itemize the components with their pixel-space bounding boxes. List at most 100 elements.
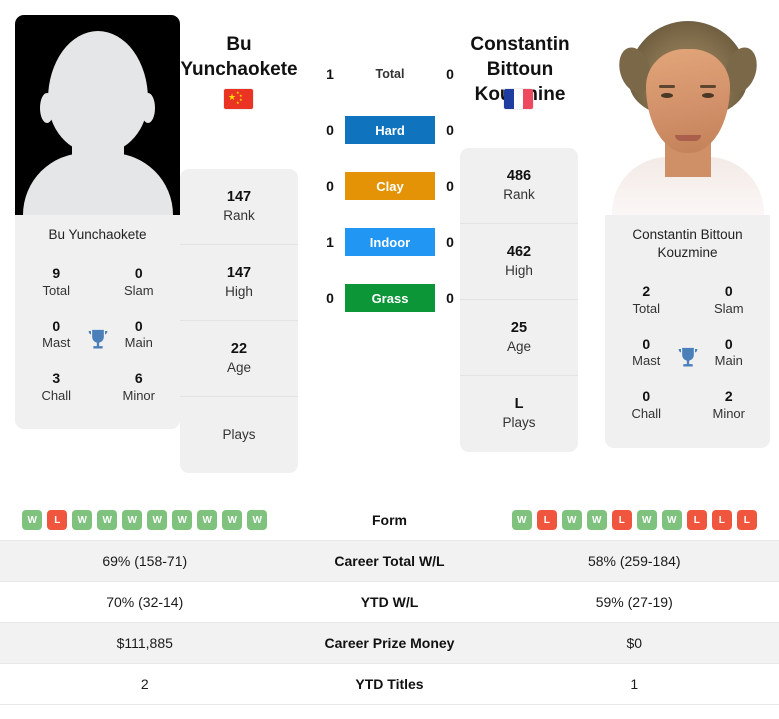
form-badge-loss[interactable]: L <box>736 510 757 530</box>
titles-total-right: 2 Total <box>605 274 688 326</box>
table-row: 2 YTD Titles 1 <box>0 664 779 705</box>
ranking-age-value-left: 22 <box>230 340 248 357</box>
player-comparison-page: Bu Yunchaokete 9 Total 0 Slam 0 Mast 0 M… <box>0 0 779 719</box>
h2h-total-left-score: 1 <box>326 66 334 82</box>
form-badge-win[interactable]: W <box>72 510 93 530</box>
titles-chall-left: 3 Chall <box>15 361 98 413</box>
titles-mast-label-left: Mast <box>42 335 71 351</box>
titles-slam-value-right: 0 <box>724 283 733 300</box>
h2h-row-hard: 0 Hard 0 <box>295 116 485 144</box>
trophy-icon-left <box>88 329 107 349</box>
player-card-name-right: Constantin Bittoun Kouzmine <box>632 227 743 261</box>
form-badge-loss[interactable]: L <box>686 510 707 530</box>
form-badge-loss[interactable]: L <box>611 510 632 530</box>
head-to-head-section: Bu Yunchaokete 9 Total 0 Slam 0 Mast 0 M… <box>0 0 779 492</box>
player-photo-left <box>15 15 180 215</box>
comparison-table: WLWWWWWWWW Form WLWWLWWLLL 69% (158-71) … <box>0 500 779 705</box>
h2h-total-label: Total <box>375 67 405 81</box>
form-badge-win[interactable]: W <box>511 510 532 530</box>
player-card-left[interactable]: Bu Yunchaokete 9 Total 0 Slam 0 Mast 0 M… <box>15 15 180 430</box>
silhouette-ear-right-icon <box>141 93 155 123</box>
h2h-hard-bar: Hard <box>345 116 435 144</box>
ranking-high-label-left: High <box>225 283 253 299</box>
titles-minor-right: 2 Minor <box>688 379 771 431</box>
ranking-high-value-right: 462 <box>506 243 532 260</box>
h2h-clay-bar: Clay <box>345 172 435 200</box>
ranking-age-left: 22 Age <box>180 321 298 397</box>
h2h-grass-right-score: 0 <box>446 290 454 306</box>
titles-grid-left: 9 Total 0 Slam 0 Mast 0 Main 3 Chall 6 M… <box>15 254 180 429</box>
titles-slam-label-right: Slam <box>713 300 744 316</box>
titles-minor-label-right: Minor <box>712 405 745 421</box>
titles-main-value-left: 0 <box>134 317 143 334</box>
titles-slam-label-left: Slam <box>123 282 154 298</box>
titles-chall-label-right: Chall <box>631 405 662 421</box>
player-heading-left: Bu Yunchaokete <box>176 32 302 82</box>
form-badge-win[interactable]: W <box>147 510 168 530</box>
form-badge-loss[interactable]: L <box>711 510 732 530</box>
form-badge-win[interactable]: W <box>172 510 193 530</box>
ranking-high-left: 147 High <box>180 245 298 321</box>
career-wl-label: Career Total W/L <box>334 553 445 569</box>
flag-france-red <box>523 89 533 109</box>
titles-total-label-right: Total <box>632 300 660 316</box>
form-badge-win[interactable]: W <box>586 510 607 530</box>
portrait-eye-left <box>661 93 673 98</box>
ranking-panel-left: 147 Rank 147 High 22 Age Plays <box>180 169 298 473</box>
ranking-age-value-right: 25 <box>510 319 528 336</box>
form-badge-win[interactable]: W <box>222 510 243 530</box>
table-row: 69% (158-71) Career Total W/L 58% (259-1… <box>0 541 779 582</box>
h2h-clay-left-score: 0 <box>326 178 334 194</box>
form-badge-win[interactable]: W <box>561 510 582 530</box>
titles-minor-left: 6 Minor <box>98 361 181 413</box>
ranking-plays-value-right: L <box>514 396 524 413</box>
ytd-wl-label: YTD W/L <box>360 594 419 610</box>
ytd-titles-label: YTD Titles <box>355 676 424 692</box>
titles-minor-value-right: 2 <box>724 388 733 405</box>
table-row: $111,885 Career Prize Money $0 <box>0 623 779 664</box>
player-photo-right <box>605 15 770 215</box>
form-badge-loss[interactable]: L <box>536 510 557 530</box>
ytd-wl-left: 70% (32-14) <box>106 594 184 610</box>
titles-main-label-right: Main <box>714 353 743 369</box>
player-card-right[interactable]: Constantin Bittoun Kouzmine 2 Total 0 Sl… <box>605 15 770 448</box>
portrait-brow-right <box>700 85 716 88</box>
form-badge-win[interactable]: W <box>122 510 143 530</box>
comparison-row-form: WLWWWWWWWW Form WLWWLWWLLL <box>0 500 779 541</box>
h2h-row-clay: 0 Clay 0 <box>295 172 485 200</box>
form-badge-win[interactable]: W <box>661 510 682 530</box>
flag-china-icon: ★ ★ ★ ★ ★ <box>224 89 253 109</box>
form-badge-win[interactable]: W <box>636 510 657 530</box>
form-strip-left: WLWWWWWWWW <box>0 510 290 530</box>
ranking-age-label-right: Age <box>506 338 532 354</box>
trophy-icon-right <box>678 347 697 367</box>
ranking-plays-right: L Plays <box>460 376 578 452</box>
prize-money-label: Career Prize Money <box>324 635 455 651</box>
flag-france-blue <box>504 89 514 109</box>
titles-grid-right: 2 Total 0 Slam 0 Mast 0 Main 0 Chall 2 M… <box>605 272 770 447</box>
titles-total-label-left: Total <box>42 282 70 298</box>
h2h-surface-breakdown: 1 Total 0 0 Hard 0 0 Clay 0 1 Indoor 0 0 <box>295 60 485 312</box>
form-badge-win[interactable]: W <box>22 510 43 530</box>
h2h-hard-right-score: 0 <box>446 122 454 138</box>
comparison-label-form: Form <box>372 512 407 528</box>
silhouette-ear-left-icon <box>40 93 54 123</box>
flag-france-white <box>513 89 524 109</box>
titles-mast-label-right: Mast <box>632 353 661 369</box>
h2h-row-total: 1 Total 0 <box>295 60 485 88</box>
portrait-mouth <box>674 135 701 141</box>
form-badge-loss[interactable]: L <box>47 510 68 530</box>
h2h-row-grass: 0 Grass 0 <box>295 284 485 312</box>
career-wl-right: 58% (259-184) <box>587 553 681 569</box>
form-badge-win[interactable]: W <box>97 510 118 530</box>
form-badge-win[interactable]: W <box>197 510 218 530</box>
h2h-row-indoor: 1 Indoor 0 <box>295 228 485 256</box>
prize-money-right: $0 <box>626 635 643 651</box>
h2h-grass-bar: Grass <box>345 284 435 312</box>
portrait-eye-right <box>702 93 714 98</box>
titles-total-left: 9 Total <box>15 256 98 308</box>
ranking-rank-left: 147 Rank <box>180 169 298 245</box>
titles-minor-value-left: 6 <box>134 370 143 386</box>
ranking-rank-value-left: 147 <box>226 188 252 205</box>
form-badge-win[interactable]: W <box>247 510 268 530</box>
